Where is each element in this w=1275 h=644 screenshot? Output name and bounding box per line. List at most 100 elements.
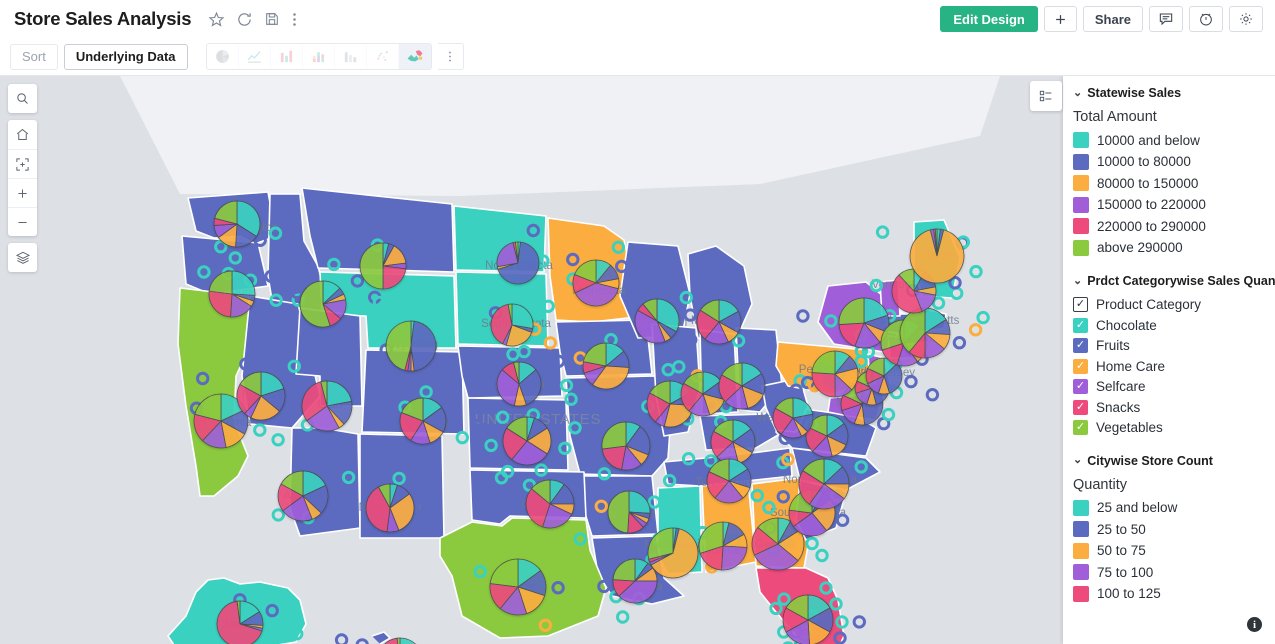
underlying-data-button[interactable]: Underlying Data: [63, 43, 188, 70]
state-pie-chart[interactable]: [385, 320, 437, 372]
pie-slice[interactable]: [396, 637, 401, 644]
state-pie-chart[interactable]: [299, 280, 347, 328]
legend-item[interactable]: 50 to 75: [1073, 542, 1275, 559]
alarm-clock-icon[interactable]: [1189, 6, 1223, 32]
legend-item[interactable]: ✓ Fruits: [1073, 338, 1275, 353]
city-store-marker[interactable]: [925, 388, 940, 402]
state-pie-chart[interactable]: [698, 521, 748, 571]
pie-slice[interactable]: [721, 545, 748, 571]
state-pie-chart[interactable]: [572, 259, 620, 307]
legend-section-header[interactable]: ⌄ Statewise Sales: [1073, 86, 1275, 100]
city-store-marker[interactable]: [616, 610, 630, 624]
city-store-marker[interactable]: [355, 638, 369, 644]
search-icon[interactable]: [8, 84, 37, 113]
legend-item[interactable]: above 290000: [1073, 239, 1275, 256]
legend-item[interactable]: ✓ Selfcare: [1073, 379, 1275, 394]
legend-item[interactable]: 10000 and below: [1073, 132, 1275, 148]
info-icon[interactable]: i: [1247, 617, 1262, 632]
pie-slice[interactable]: [811, 372, 836, 398]
state-pie-chart[interactable]: [680, 371, 726, 417]
refresh-icon[interactable]: [236, 11, 253, 28]
state-pie-chart[interactable]: [490, 303, 534, 347]
stacked-bar-chart-icon[interactable]: [303, 44, 335, 69]
state-pie-chart[interactable]: [718, 362, 766, 410]
state-pie-chart[interactable]: [525, 479, 575, 529]
legend-item[interactable]: 25 to 50: [1073, 521, 1275, 537]
sort-button[interactable]: Sort: [10, 43, 58, 70]
legend-list-toggle-icon[interactable]: [1030, 81, 1062, 111]
checkbox-icon[interactable]: ✓: [1073, 399, 1088, 415]
add-button[interactable]: [1043, 6, 1077, 32]
city-store-marker[interactable]: [952, 336, 967, 350]
more-options-icon[interactable]: [292, 11, 297, 28]
state-pie-chart[interactable]: [496, 241, 540, 285]
state-pie-chart[interactable]: [496, 361, 542, 407]
legend-item[interactable]: ✓ Chocolate: [1073, 317, 1275, 333]
state-pie-chart[interactable]: [213, 200, 261, 248]
state-pie-chart[interactable]: [798, 458, 850, 510]
state-pie-chart[interactable]: [236, 371, 286, 421]
state-pie-chart[interactable]: [811, 350, 859, 398]
zoom-in-icon[interactable]: [8, 178, 37, 207]
legend-item[interactable]: 75 to 100: [1073, 564, 1275, 580]
state-pie-chart[interactable]: [216, 600, 264, 644]
city-store-marker[interactable]: [976, 310, 990, 325]
legend-item[interactable]: 100 to 125: [1073, 585, 1275, 602]
city-store-marker[interactable]: [334, 633, 349, 644]
checkbox-icon[interactable]: ✓: [1073, 420, 1088, 435]
city-store-marker[interactable]: [815, 548, 829, 563]
gear-icon[interactable]: [1229, 6, 1263, 32]
chart-type-more-icon[interactable]: [437, 43, 464, 70]
city-store-marker[interactable]: [968, 323, 983, 337]
legend-item[interactable]: 80000 to 150000: [1073, 175, 1275, 191]
state-pie-chart[interactable]: [607, 490, 651, 534]
share-button[interactable]: Share: [1082, 6, 1143, 32]
map-chart-icon[interactable]: [398, 44, 431, 69]
legend-item[interactable]: ✓ Snacks: [1073, 399, 1275, 415]
checkbox-icon[interactable]: ✓: [1073, 338, 1088, 353]
edit-design-button[interactable]: Edit Design: [940, 6, 1038, 32]
city-store-marker[interactable]: [875, 225, 890, 239]
state-pie-chart[interactable]: [612, 558, 658, 604]
state-pie-chart[interactable]: [909, 228, 965, 284]
legend-item[interactable]: ✓ Home Care: [1073, 358, 1275, 374]
favorite-star-icon[interactable]: [208, 11, 225, 28]
column-chart-icon[interactable]: [335, 44, 367, 69]
legend-item[interactable]: 25 and below: [1073, 499, 1275, 516]
legend-item[interactable]: 220000 to 290000: [1073, 218, 1275, 234]
city-store-marker[interactable]: [852, 615, 866, 629]
state-pie-chart[interactable]: [899, 307, 951, 359]
checkbox-icon[interactable]: ✓: [1073, 317, 1088, 333]
legend-section-header[interactable]: ⌄ Prdct Categorywise Sales Quantity: [1073, 274, 1275, 288]
city-store-marker[interactable]: [253, 423, 267, 437]
state-pie-chart[interactable]: [782, 594, 834, 644]
state-pie-chart[interactable]: [647, 527, 699, 579]
fit-to-screen-icon[interactable]: [8, 149, 37, 178]
state-pie-chart[interactable]: [301, 380, 353, 432]
city-store-marker[interactable]: [969, 264, 983, 279]
save-icon[interactable]: [264, 11, 281, 28]
state-pie-chart[interactable]: [634, 298, 680, 344]
line-chart-icon[interactable]: [239, 44, 271, 69]
checkbox-icon[interactable]: ✓: [1073, 379, 1088, 394]
checkbox-icon[interactable]: ✓: [1073, 358, 1088, 374]
legend-section-header[interactable]: ⌄ Citywise Store Count: [1073, 454, 1275, 468]
state-pie-chart[interactable]: [582, 342, 630, 390]
legend-item[interactable]: ✓ Vegetables: [1073, 420, 1275, 435]
checkbox-icon[interactable]: ✓: [1073, 297, 1088, 312]
city-store-marker[interactable]: [796, 309, 810, 323]
state-pie-chart[interactable]: [706, 458, 752, 504]
state-pie-chart[interactable]: [277, 470, 329, 522]
home-icon[interactable]: [8, 120, 37, 149]
state-pie-chart[interactable]: [502, 416, 552, 466]
state-pie-chart[interactable]: [399, 397, 447, 445]
city-store-marker[interactable]: [271, 508, 285, 522]
map-canvas[interactable]: WashingtonOregonCaliforniaIdahoMontanaWy…: [0, 76, 1275, 644]
zoom-out-icon[interactable]: [8, 207, 37, 236]
state-pie-chart[interactable]: [710, 419, 756, 465]
legend-item[interactable]: 150000 to 220000: [1073, 196, 1275, 213]
state-pie-chart[interactable]: [772, 397, 814, 439]
scatter-chart-icon[interactable]: [367, 44, 399, 69]
state-pie-chart[interactable]: [601, 421, 651, 471]
layers-icon[interactable]: [8, 243, 37, 272]
